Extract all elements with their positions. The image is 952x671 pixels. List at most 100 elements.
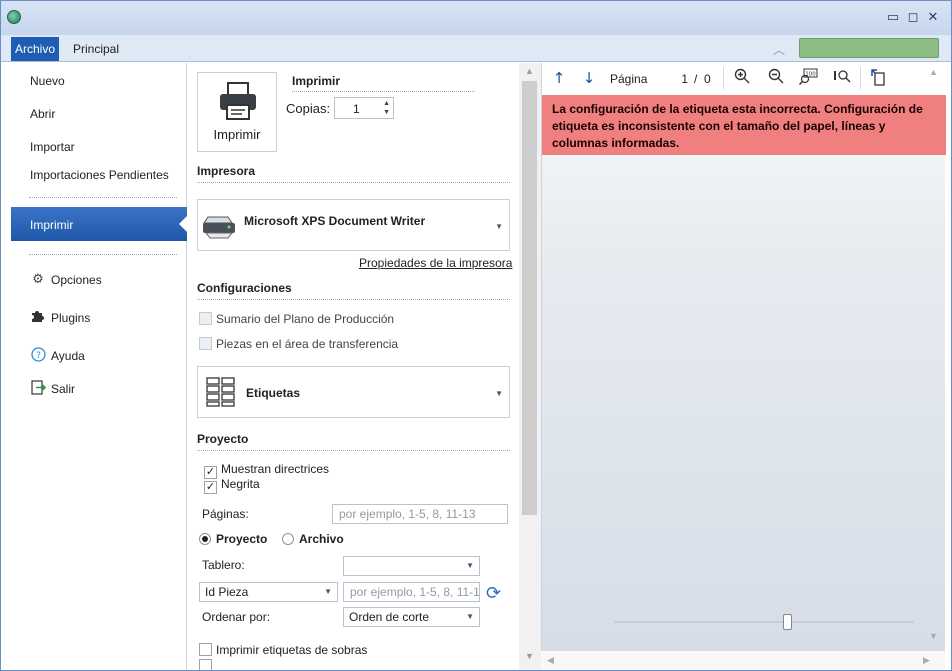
chevron-down-icon: ▼	[495, 222, 503, 231]
printer-select[interactable]: Microsoft XPS Document Writer ▼	[197, 199, 510, 251]
project-section-title: Proyecto	[197, 432, 249, 446]
zoom-slider-track[interactable]	[614, 621, 914, 623]
sidebar-item-imprimir[interactable]: Imprimir	[11, 207, 187, 241]
scroll-right-icon[interactable]: ▶	[923, 655, 930, 666]
pages-input[interactable]: por ejemplo, 1-5, 8, 11-13	[332, 504, 508, 524]
title-bar: ▭ ◻ ✕	[1, 1, 951, 35]
chevron-down-icon: ▼	[466, 612, 474, 621]
puzzle-icon	[30, 309, 46, 325]
copies-value: 1	[353, 102, 360, 116]
sidebar-item-importaciones-pendientes[interactable]: Importaciones Pendientes	[30, 168, 169, 182]
tab-principal[interactable]: Principal	[73, 37, 119, 61]
print-button[interactable]: Imprimir	[197, 72, 277, 152]
radio-button-selected[interactable]	[199, 533, 211, 545]
sidebar-item-abrir[interactable]: Abrir	[30, 107, 55, 121]
page-number-input[interactable]: 1	[654, 69, 688, 89]
sidebar-divider	[29, 254, 177, 255]
board-select[interactable]: ▼	[343, 556, 480, 576]
zoom-in-icon[interactable]	[732, 68, 752, 88]
printer-section-title: Impresora	[197, 164, 256, 178]
preview-scrollbar[interactable]: ▲ ▼	[923, 63, 945, 651]
radio-archivo[interactable]: Archivo	[282, 532, 344, 546]
arrow-up-icon[interactable]: ↑	[550, 68, 568, 88]
option-label: Negrita	[221, 477, 260, 491]
close-icon[interactable]: ✕	[925, 10, 941, 26]
sidebar-item-label: Opciones	[51, 273, 102, 287]
preview-horizontal-scrollbar[interactable]: ◀ ▶	[541, 651, 945, 670]
toolbar-divider	[860, 67, 861, 89]
svg-text:?: ?	[36, 351, 41, 361]
sidebar-item-nuevo[interactable]: Nuevo	[30, 74, 65, 88]
order-label: Ordenar por:	[202, 610, 271, 624]
pages-label: Páginas:	[202, 507, 249, 521]
sidebar-item-importar[interactable]: Importar	[30, 140, 75, 154]
arrow-down-icon[interactable]: ↓	[580, 68, 598, 88]
option-label: Muestran directrices	[221, 462, 330, 476]
scrollbar-thumb[interactable]	[522, 81, 537, 515]
option-negrita[interactable]: ✓ Negrita	[204, 477, 260, 494]
option-sumario-plano[interactable]: Sumario del Plano de Producción	[199, 312, 394, 326]
labels-grid-icon	[206, 377, 235, 407]
checkbox[interactable]	[199, 337, 212, 350]
maximize-icon[interactable]: ◻	[905, 10, 921, 26]
checkbox-checked[interactable]: ✓	[204, 481, 217, 494]
sidebar-item-label: Salir	[51, 382, 76, 396]
tab-archivo[interactable]: Archivo	[11, 37, 60, 61]
print-button-label: Imprimir	[213, 127, 261, 142]
settings-scrollbar[interactable]: ▲ ▼	[519, 63, 541, 670]
refresh-icon[interactable]: ⟳	[486, 583, 501, 604]
total-pages: 0	[704, 72, 711, 86]
order-value: Orden de corte	[349, 610, 430, 624]
page-separator: /	[694, 72, 698, 86]
exit-icon	[30, 380, 46, 396]
radio-button[interactable]	[282, 533, 294, 545]
option-piezas-transferencia[interactable]: Piezas en el área de transferencia	[199, 337, 398, 351]
layout-select[interactable]: Etiquetas ▼	[197, 366, 510, 418]
order-select[interactable]: Orden de corte ▼	[343, 607, 480, 627]
sidebar-item-label: Plugins	[51, 311, 91, 325]
id-type-select[interactable]: Id Pieza ▼	[199, 582, 338, 602]
scroll-up-icon[interactable]: ▲	[525, 66, 534, 76]
zoom-100-icon[interactable]: 100	[798, 68, 820, 88]
section-divider	[197, 182, 510, 183]
printer-device-icon	[203, 216, 235, 239]
page-count: / 0	[694, 72, 711, 86]
layout-name: Etiquetas	[246, 386, 301, 400]
id-type-value: Id Pieza	[205, 585, 249, 599]
minimize-icon[interactable]: ▭	[885, 10, 901, 26]
copies-stepper[interactable]: 1 ▲ ▼	[334, 97, 394, 119]
page-label: Página	[610, 72, 648, 86]
checkbox[interactable]	[199, 643, 212, 656]
ribbon-tabs: Archivo Principal ︿	[1, 35, 951, 62]
zoom-slider-thumb[interactable]	[783, 614, 792, 630]
scroll-down-icon[interactable]: ▼	[525, 651, 534, 661]
scroll-left-icon[interactable]: ◀	[547, 655, 554, 666]
option-label: Sumario del Plano de Producción	[216, 312, 395, 326]
checkbox[interactable]	[199, 312, 212, 325]
print-settings-panel: Imprimir Imprimir Copias: 1 ▲ ▼ Impresor…	[188, 63, 519, 670]
scroll-down-icon[interactable]: ▼	[929, 631, 938, 641]
print-preview-panel: ↑ ↓ Página 1 / 0 100 La configuración de…	[541, 63, 946, 651]
id-filter-input[interactable]: por ejemplo, 1-5, 8, 11-13	[343, 582, 480, 602]
option-label: Imprimir etiquetas de sobras	[216, 643, 368, 657]
app-window: ▭ ◻ ✕ Archivo Principal ︿ Nuevo Abrir Im…	[0, 0, 952, 671]
label-config-error-banner: La configuración de la etiqueta esta inc…	[542, 95, 946, 155]
config-section-title: Configuraciones	[197, 281, 292, 295]
increment-icon[interactable]: ▲	[383, 100, 390, 107]
printer-properties-link[interactable]: Propiedades de la impresora	[359, 256, 512, 270]
zoom-out-icon[interactable]	[766, 68, 786, 88]
rotate-page-icon[interactable]	[868, 68, 888, 88]
scroll-up-icon[interactable]: ▲	[929, 67, 938, 77]
radio-label: Archivo	[299, 532, 344, 546]
option-imprimir-sobras[interactable]: Imprimir etiquetas de sobras	[199, 643, 367, 657]
option-cut-off[interactable]	[199, 659, 216, 670]
section-divider	[197, 299, 510, 300]
fit-page-icon[interactable]	[832, 68, 852, 88]
radio-proyecto[interactable]: Proyecto	[199, 532, 267, 546]
preview-toolbar: ↑ ↓ Página 1 / 0 100	[542, 63, 946, 95]
help-icon: ?	[30, 347, 46, 363]
decrement-icon[interactable]: ▼	[383, 109, 390, 116]
collapse-ribbon-icon[interactable]: ︿	[773, 41, 785, 58]
checkbox[interactable]	[199, 659, 212, 670]
printer-name: Microsoft XPS Document Writer	[244, 214, 426, 228]
